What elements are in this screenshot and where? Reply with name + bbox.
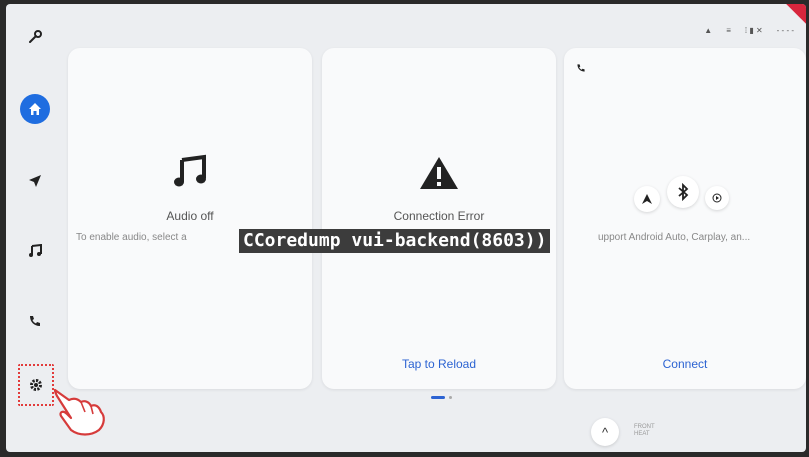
music-icon — [29, 244, 42, 257]
carplay-icon — [705, 186, 729, 210]
pointer-hand-icon — [53, 388, 105, 436]
status-clock: - - - - — [776, 26, 794, 35]
navigation-icon — [29, 175, 41, 187]
bluetooth-icon — [667, 176, 699, 208]
corner-indicator — [786, 4, 806, 24]
side-nav — [6, 4, 64, 452]
warning-icon — [420, 157, 458, 189]
expand-chevron-button[interactable]: ^ — [591, 418, 619, 446]
home-icon — [29, 103, 41, 115]
connection-card[interactable]: Connection Error Tap to Reload — [322, 48, 556, 389]
audio-title: Audio off — [166, 209, 214, 223]
front-heat-label[interactable]: FRONT HEAT — [634, 424, 655, 438]
home-button[interactable] — [20, 94, 50, 124]
wrench-icon[interactable] — [20, 22, 50, 52]
phone-button[interactable] — [20, 306, 50, 336]
navigation-button[interactable] — [20, 166, 50, 196]
music-button[interactable] — [20, 236, 50, 266]
status-indicator-1: ▲ — [704, 26, 713, 35]
front-label-line1: FRONT — [634, 424, 655, 430]
audio-subtitle: To enable audio, select a — [76, 232, 187, 243]
front-label-line2: HEAT — [634, 431, 650, 437]
chevron-up-icon: ^ — [601, 424, 609, 440]
phone-card[interactable]: upport Android Auto, Carplay, an... Conn… — [564, 48, 806, 389]
connection-title: Connection Error — [393, 209, 485, 223]
status-indicator-3: ⁞ ▮ ✕ — [744, 26, 763, 35]
infotainment-screen: ▲ ≡ ⁞ ▮ ✕ - - - - Audio off To enable au… — [6, 4, 806, 452]
error-overlay-banner: CCoredump vui-backend(8603)) — [239, 229, 551, 253]
audio-card[interactable]: Audio off To enable audio, select a — [68, 48, 312, 389]
android-auto-icon — [634, 186, 660, 212]
page-dot-active — [431, 396, 445, 399]
status-indicator-2: ≡ — [726, 26, 731, 35]
gear-icon — [30, 379, 42, 391]
phone-subtitle: upport Android Auto, Carplay, an... — [598, 232, 751, 243]
phone-icon — [30, 316, 40, 326]
page-indicator — [431, 396, 452, 399]
page-dot-inactive — [449, 396, 452, 399]
connect-button[interactable]: Connect — [564, 357, 806, 371]
phone-small-icon — [576, 60, 586, 78]
status-bar: ▲ ≡ ⁞ ▮ ✕ - - - - — [704, 26, 794, 35]
music-note-icon — [174, 154, 206, 187]
tap-to-reload-button[interactable]: Tap to Reload — [322, 357, 556, 371]
settings-button[interactable] — [21, 370, 51, 400]
